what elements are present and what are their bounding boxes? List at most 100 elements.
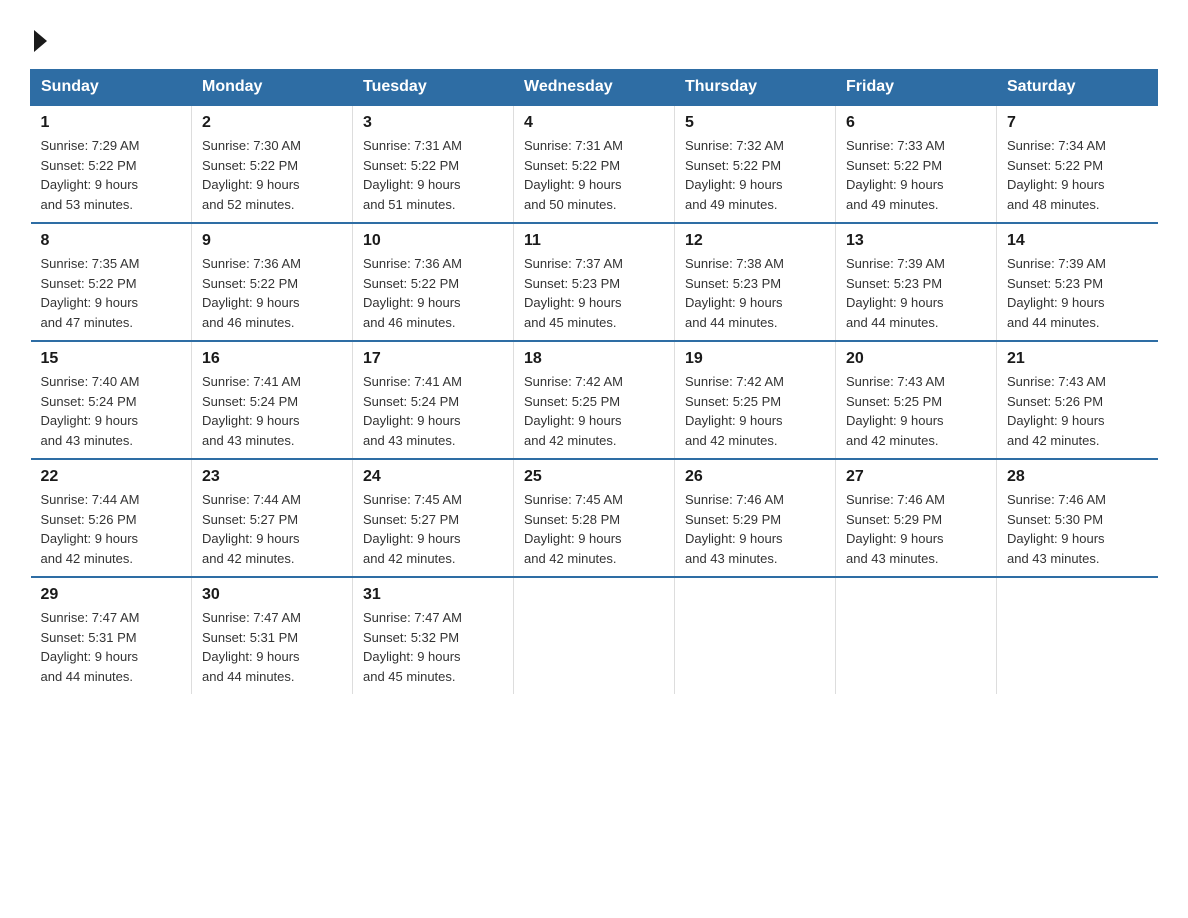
header-day-wednesday: Wednesday — [514, 70, 675, 106]
calendar-cell: 12 Sunrise: 7:38 AMSunset: 5:23 PMDayligh… — [675, 223, 836, 341]
day-number: 23 — [202, 468, 342, 486]
day-info: Sunrise: 7:31 AMSunset: 5:22 PMDaylight:… — [524, 136, 664, 214]
day-info: Sunrise: 7:43 AMSunset: 5:26 PMDaylight:… — [1007, 372, 1148, 450]
day-info: Sunrise: 7:29 AMSunset: 5:22 PMDaylight:… — [41, 136, 182, 214]
header-day-friday: Friday — [836, 70, 997, 106]
calendar-cell: 8 Sunrise: 7:35 AMSunset: 5:22 PMDaylight… — [31, 223, 192, 341]
calendar-cell: 14 Sunrise: 7:39 AMSunset: 5:23 PMDayligh… — [997, 223, 1158, 341]
calendar-cell: 24 Sunrise: 7:45 AMSunset: 5:27 PMDayligh… — [353, 459, 514, 577]
day-number: 8 — [41, 232, 182, 250]
day-info: Sunrise: 7:36 AMSunset: 5:22 PMDaylight:… — [363, 254, 503, 332]
calendar-cell: 26 Sunrise: 7:46 AMSunset: 5:29 PMDayligh… — [675, 459, 836, 577]
day-info: Sunrise: 7:40 AMSunset: 5:24 PMDaylight:… — [41, 372, 182, 450]
day-number: 13 — [846, 232, 986, 250]
calendar-cell: 16Sunrise: 7:41 AMSunset: 5:24 PMDayligh… — [192, 341, 353, 459]
calendar-cell — [675, 577, 836, 694]
calendar-cell: 5Sunrise: 7:32 AMSunset: 5:22 PMDaylight… — [675, 105, 836, 223]
calendar-cell: 11 Sunrise: 7:37 AMSunset: 5:23 PMDayligh… — [514, 223, 675, 341]
header-day-monday: Monday — [192, 70, 353, 106]
day-number: 6 — [846, 114, 986, 132]
day-number: 12 — [685, 232, 825, 250]
day-number: 20 — [846, 350, 986, 368]
day-number: 7 — [1007, 114, 1148, 132]
day-number: 9 — [202, 232, 342, 250]
day-info: Sunrise: 7:31 AMSunset: 5:22 PMDaylight:… — [363, 136, 503, 214]
calendar-cell: 28 Sunrise: 7:46 AMSunset: 5:30 PMDayligh… — [997, 459, 1158, 577]
day-number: 18 — [524, 350, 664, 368]
calendar-cell: 22Sunrise: 7:44 AMSunset: 5:26 PMDayligh… — [31, 459, 192, 577]
calendar-table: SundayMondayTuesdayWednesdayThursdayFrid… — [30, 69, 1158, 694]
calendar-cell: 7 Sunrise: 7:34 AMSunset: 5:22 PMDaylight… — [997, 105, 1158, 223]
day-number: 27 — [846, 468, 986, 486]
day-number: 17 — [363, 350, 503, 368]
day-number: 24 — [363, 468, 503, 486]
header-day-sunday: Sunday — [31, 70, 192, 106]
calendar-cell: 30Sunrise: 7:47 AMSunset: 5:31 PMDayligh… — [192, 577, 353, 694]
day-info: Sunrise: 7:45 AMSunset: 5:27 PMDaylight:… — [363, 490, 503, 568]
calendar-cell: 23 Sunrise: 7:44 AMSunset: 5:27 PMDayligh… — [192, 459, 353, 577]
day-number: 1 — [41, 114, 182, 132]
calendar-cell: 6 Sunrise: 7:33 AMSunset: 5:22 PMDaylight… — [836, 105, 997, 223]
day-info: Sunrise: 7:42 AMSunset: 5:25 PMDaylight:… — [524, 372, 664, 450]
day-number: 11 — [524, 232, 664, 250]
day-number: 14 — [1007, 232, 1148, 250]
day-info: Sunrise: 7:47 AMSunset: 5:31 PMDaylight:… — [41, 608, 182, 686]
day-number: 19 — [685, 350, 825, 368]
calendar-cell: 18 Sunrise: 7:42 AMSunset: 5:25 PMDayligh… — [514, 341, 675, 459]
calendar-cell: 15 Sunrise: 7:40 AMSunset: 5:24 PMDayligh… — [31, 341, 192, 459]
day-number: 30 — [202, 586, 342, 604]
calendar-cell: 31Sunrise: 7:47 AMSunset: 5:32 PMDayligh… — [353, 577, 514, 694]
page-header — [30, 20, 1158, 53]
calendar-cell — [997, 577, 1158, 694]
logo — [30, 20, 47, 53]
calendar-cell: 3 Sunrise: 7:31 AMSunset: 5:22 PMDaylight… — [353, 105, 514, 223]
day-number: 3 — [363, 114, 503, 132]
calendar-cell: 1 Sunrise: 7:29 AMSunset: 5:22 PMDaylight… — [31, 105, 192, 223]
day-info: Sunrise: 7:46 AMSunset: 5:29 PMDaylight:… — [685, 490, 825, 568]
calendar-cell: 4Sunrise: 7:31 AMSunset: 5:22 PMDaylight… — [514, 105, 675, 223]
day-info: Sunrise: 7:46 AMSunset: 5:30 PMDaylight:… — [1007, 490, 1148, 568]
day-number: 28 — [1007, 468, 1148, 486]
day-number: 25 — [524, 468, 664, 486]
day-info: Sunrise: 7:35 AMSunset: 5:22 PMDaylight:… — [41, 254, 182, 332]
calendar-cell: 10Sunrise: 7:36 AMSunset: 5:22 PMDayligh… — [353, 223, 514, 341]
day-info: Sunrise: 7:45 AMSunset: 5:28 PMDaylight:… — [524, 490, 664, 568]
day-info: Sunrise: 7:33 AMSunset: 5:22 PMDaylight:… — [846, 136, 986, 214]
header-day-saturday: Saturday — [997, 70, 1158, 106]
day-info: Sunrise: 7:44 AMSunset: 5:26 PMDaylight:… — [41, 490, 182, 568]
day-info: Sunrise: 7:44 AMSunset: 5:27 PMDaylight:… — [202, 490, 342, 568]
day-info: Sunrise: 7:41 AMSunset: 5:24 PMDaylight:… — [202, 372, 342, 450]
calendar-cell — [514, 577, 675, 694]
calendar-week-row: 15 Sunrise: 7:40 AMSunset: 5:24 PMDayligh… — [31, 341, 1158, 459]
day-info: Sunrise: 7:37 AMSunset: 5:23 PMDaylight:… — [524, 254, 664, 332]
calendar-cell — [836, 577, 997, 694]
day-info: Sunrise: 7:38 AMSunset: 5:23 PMDaylight:… — [685, 254, 825, 332]
day-number: 2 — [202, 114, 342, 132]
day-number: 31 — [363, 586, 503, 604]
calendar-week-row: 29 Sunrise: 7:47 AMSunset: 5:31 PMDayligh… — [31, 577, 1158, 694]
calendar-cell: 25 Sunrise: 7:45 AMSunset: 5:28 PMDayligh… — [514, 459, 675, 577]
calendar-cell: 20Sunrise: 7:43 AMSunset: 5:25 PMDayligh… — [836, 341, 997, 459]
day-info: Sunrise: 7:41 AMSunset: 5:24 PMDaylight:… — [363, 372, 503, 450]
calendar-cell: 9 Sunrise: 7:36 AMSunset: 5:22 PMDaylight… — [192, 223, 353, 341]
calendar-cell: 21Sunrise: 7:43 AMSunset: 5:26 PMDayligh… — [997, 341, 1158, 459]
day-info: Sunrise: 7:42 AMSunset: 5:25 PMDaylight:… — [685, 372, 825, 450]
day-info: Sunrise: 7:46 AMSunset: 5:29 PMDaylight:… — [846, 490, 986, 568]
calendar-week-row: 1 Sunrise: 7:29 AMSunset: 5:22 PMDaylight… — [31, 105, 1158, 223]
calendar-cell: 27 Sunrise: 7:46 AMSunset: 5:29 PMDayligh… — [836, 459, 997, 577]
day-number: 29 — [41, 586, 182, 604]
calendar-header-row: SundayMondayTuesdayWednesdayThursdayFrid… — [31, 70, 1158, 106]
calendar-cell: 13 Sunrise: 7:39 AMSunset: 5:23 PMDayligh… — [836, 223, 997, 341]
calendar-cell: 29 Sunrise: 7:47 AMSunset: 5:31 PMDayligh… — [31, 577, 192, 694]
day-info: Sunrise: 7:39 AMSunset: 5:23 PMDaylight:… — [846, 254, 986, 332]
day-info: Sunrise: 7:34 AMSunset: 5:22 PMDaylight:… — [1007, 136, 1148, 214]
day-info: Sunrise: 7:30 AMSunset: 5:22 PMDaylight:… — [202, 136, 342, 214]
calendar-cell: 17 Sunrise: 7:41 AMSunset: 5:24 PMDayligh… — [353, 341, 514, 459]
calendar-cell: 19 Sunrise: 7:42 AMSunset: 5:25 PMDayligh… — [675, 341, 836, 459]
day-number: 15 — [41, 350, 182, 368]
header-day-thursday: Thursday — [675, 70, 836, 106]
day-info: Sunrise: 7:36 AMSunset: 5:22 PMDaylight:… — [202, 254, 342, 332]
day-info: Sunrise: 7:39 AMSunset: 5:23 PMDaylight:… — [1007, 254, 1148, 332]
day-number: 26 — [685, 468, 825, 486]
header-day-tuesday: Tuesday — [353, 70, 514, 106]
